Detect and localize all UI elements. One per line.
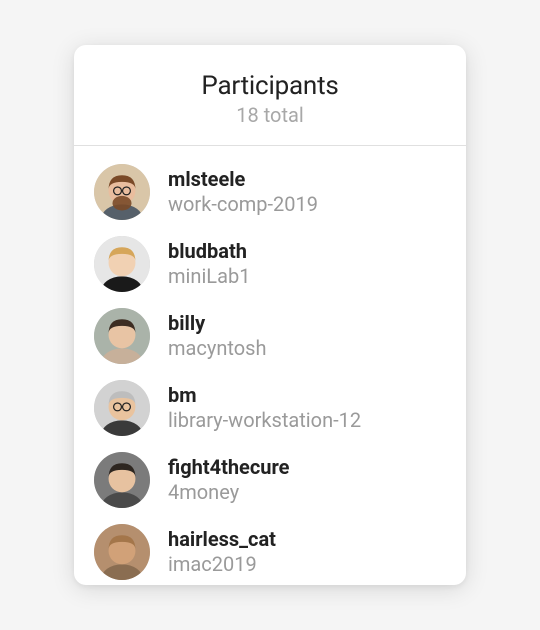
card-title: Participants bbox=[90, 71, 450, 101]
participant-text: hairless_catimac2019 bbox=[168, 527, 276, 577]
card-header: Participants 18 total bbox=[74, 45, 466, 146]
participant-username: bludbath bbox=[168, 239, 250, 264]
participant-username: mlsteele bbox=[168, 167, 318, 192]
list-item[interactable]: fight4thecure4money bbox=[74, 444, 466, 516]
participant-username: bm bbox=[168, 383, 361, 408]
avatar[interactable] bbox=[94, 524, 150, 580]
participant-username: fight4thecure bbox=[168, 455, 289, 480]
participant-username: hairless_cat bbox=[168, 527, 276, 552]
list-item[interactable]: hairless_catimac2019 bbox=[74, 516, 466, 585]
participant-device: imac2019 bbox=[168, 552, 276, 577]
list-item[interactable]: bmlibrary-workstation-12 bbox=[74, 372, 466, 444]
participant-device: macyntosh bbox=[168, 336, 267, 361]
list-item[interactable]: bludbathminiLab1 bbox=[74, 228, 466, 300]
participants-card: Participants 18 total mlsteelework-comp-… bbox=[74, 45, 466, 585]
card-subtitle: 18 total bbox=[90, 103, 450, 127]
participant-device: work-comp-2019 bbox=[168, 192, 318, 217]
participant-device: miniLab1 bbox=[168, 264, 250, 289]
avatar[interactable] bbox=[94, 452, 150, 508]
list-item[interactable]: mlsteelework-comp-2019 bbox=[74, 156, 466, 228]
participant-text: billymacyntosh bbox=[168, 311, 267, 361]
avatar[interactable] bbox=[94, 236, 150, 292]
participant-text: bmlibrary-workstation-12 bbox=[168, 383, 361, 433]
avatar[interactable] bbox=[94, 164, 150, 220]
avatar[interactable] bbox=[94, 380, 150, 436]
participant-text: mlsteelework-comp-2019 bbox=[168, 167, 318, 217]
participant-device: 4money bbox=[168, 480, 289, 505]
avatar[interactable] bbox=[94, 308, 150, 364]
participant-username: billy bbox=[168, 311, 267, 336]
participants-list[interactable]: mlsteelework-comp-2019 bludbathminiLab1 … bbox=[74, 146, 466, 585]
participant-device: library-workstation-12 bbox=[168, 408, 361, 433]
participant-text: bludbathminiLab1 bbox=[168, 239, 250, 289]
list-item[interactable]: billymacyntosh bbox=[74, 300, 466, 372]
participant-text: fight4thecure4money bbox=[168, 455, 289, 505]
